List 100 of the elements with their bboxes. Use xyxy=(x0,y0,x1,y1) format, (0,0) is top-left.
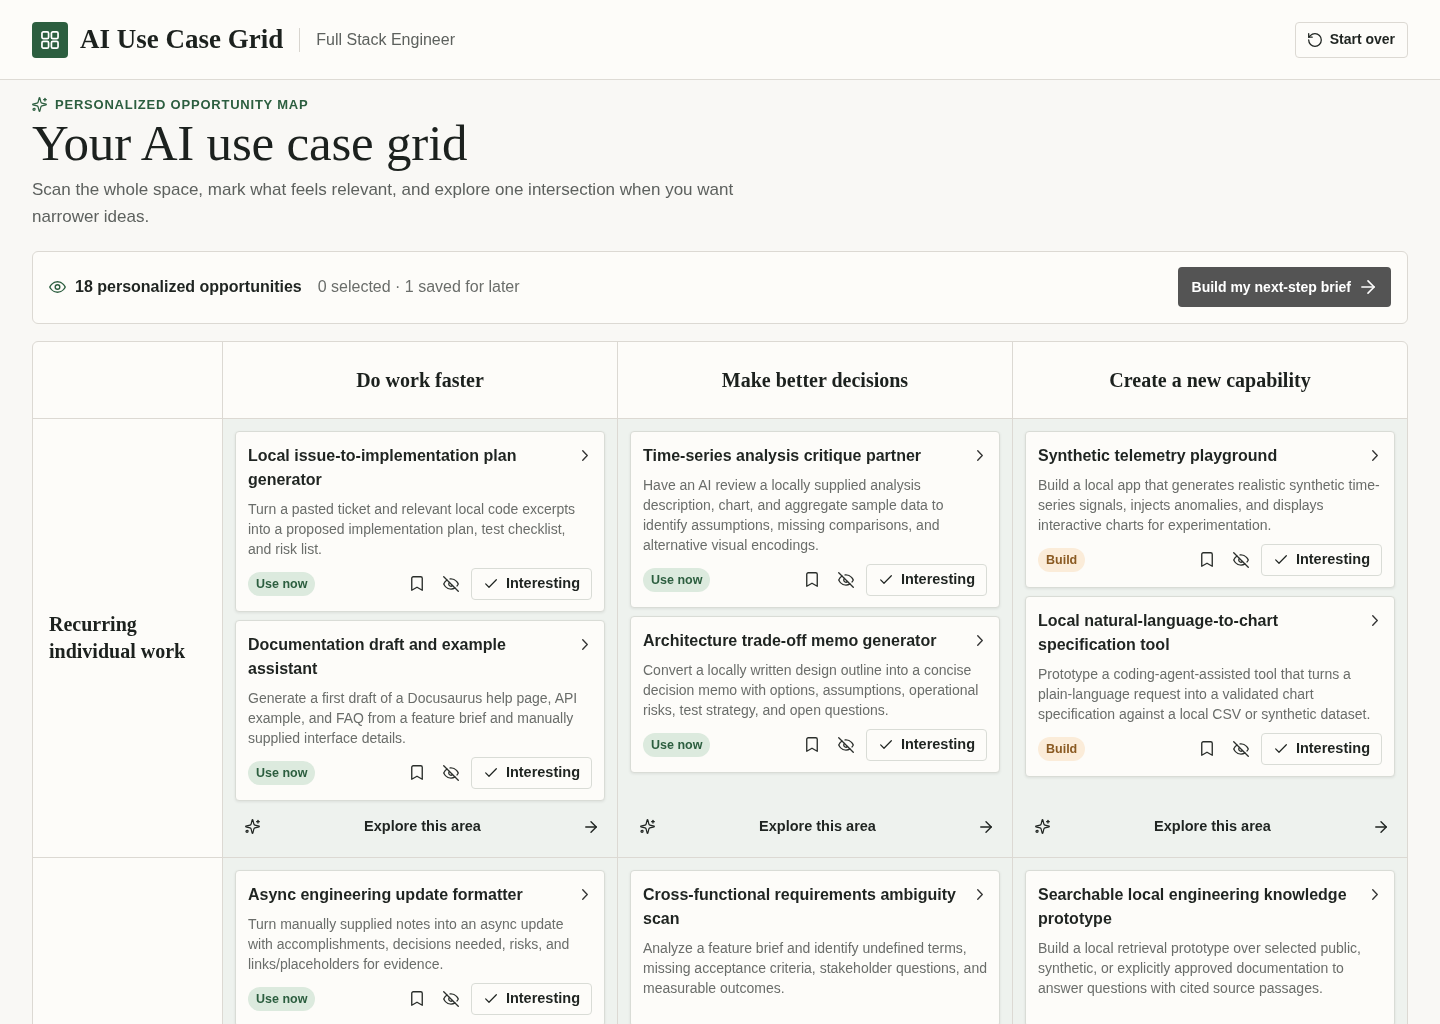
card-description: Analyze a feature brief and identify undefined terms, missing acceptance criteria, stakeholder questions, and measurable outcomes. xyxy=(643,938,987,998)
card-description: Turn manually supplied notes into an async update with accomplishments, decisions needed, risks, and links/placeholders for evidence. xyxy=(248,914,571,974)
hide-button[interactable] xyxy=(440,988,461,1009)
readiness-tag: Use now xyxy=(248,986,316,1011)
app-title: AI Use Case Grid xyxy=(80,26,284,53)
bookmark-icon xyxy=(805,572,818,587)
check-icon xyxy=(1274,555,1287,564)
chevron-right-icon xyxy=(582,449,588,461)
bookmark-icon xyxy=(410,576,423,591)
chevron-right-icon xyxy=(1372,449,1378,461)
eye-off-icon xyxy=(837,736,854,753)
use-case-card[interactable]: Synthetic telemetry playground Build a local app that generates realistic synthetic time-series signals, injects anomalies, and displays interactive charts for experimentation. Build Interesting xyxy=(1025,430,1395,588)
use-case-card[interactable]: Local issue-to-implementation plan generator Turn a pasted ticket and relevant local code excerpts into a proposed implementation plan, test checklist, and risk list. Use now Interesting xyxy=(235,430,605,612)
card-description: Convert a locally written design outline into a concise decision memo with options, assumptions, operational risks, test strategy, and open questions. xyxy=(643,660,980,720)
readiness-tag: Use now xyxy=(248,571,316,596)
save-for-later-button[interactable] xyxy=(408,763,425,782)
use-case-card[interactable]: Cross-functional requirements ambiguity scan Analyze a feature brief and identify undefined terms, missing acceptance criteria, stakeholder questions, and measurable outcomes. xyxy=(630,869,1000,1024)
arrow-right-icon xyxy=(980,820,992,833)
check-icon xyxy=(879,740,892,749)
card-description: Prototype a coding-agent-assisted tool that turns a plain-language request into a validated chart specification against a local CSV or synthetic dataset. xyxy=(1038,664,1372,724)
row-header: Recurring individual work xyxy=(49,611,187,664)
hide-button[interactable] xyxy=(1230,738,1251,759)
card-description: Build a local app that generates realistic synthetic time-series signals, injects anomalies, and displays interactive charts for experimentation. xyxy=(1038,475,1381,535)
hide-button[interactable] xyxy=(440,573,461,594)
interesting-button[interactable]: Interesting xyxy=(470,756,592,789)
use-case-card[interactable] xyxy=(630,430,1000,608)
eye-off-icon xyxy=(837,571,854,588)
interesting-button[interactable]: Interesting xyxy=(470,982,592,1015)
save-for-later-button[interactable] xyxy=(408,989,425,1008)
interesting-button[interactable]: Interesting xyxy=(1260,732,1382,765)
eye-icon xyxy=(49,281,66,293)
chevron-right-icon xyxy=(1372,888,1378,900)
role-label: Full Stack Engineer xyxy=(316,29,455,50)
bookmark-icon xyxy=(1200,552,1213,567)
card-title: Async engineering update formatter xyxy=(248,884,523,905)
interesting-button[interactable]: Interesting xyxy=(865,728,987,761)
use-case-card[interactable]: Async engineering update formatter Turn manually supplied notes into an async update with accomplishments, decisions needed, risks, and links/placeholders for evidence. Use now Interesting xyxy=(235,869,605,1024)
readiness-tag: Build xyxy=(1038,547,1086,572)
bookmark-icon xyxy=(805,737,818,752)
card-title: Cross-functional requirements ambiguity scan xyxy=(643,884,957,929)
bookmark-icon xyxy=(410,991,423,1006)
save-for-later-button[interactable] xyxy=(408,574,425,593)
sparkle-icon xyxy=(640,819,655,834)
rotate-icon xyxy=(1307,32,1322,47)
save-for-later-button[interactable] xyxy=(1198,550,1215,569)
opportunity-count: 18 personalized opportunities xyxy=(75,277,302,297)
hide-button[interactable] xyxy=(835,569,856,590)
arrow-right-icon xyxy=(1375,820,1387,833)
interesting-button[interactable]: Interesting xyxy=(1260,543,1382,576)
chevron-right-icon xyxy=(1372,614,1378,626)
column-header: Do work faster xyxy=(356,367,484,393)
card-description: Turn a pasted ticket and relevant local code excerpts into a proposed implementation plan, test checklist, and risk list. xyxy=(248,499,577,559)
grid-logo-icon xyxy=(32,21,68,58)
chevron-right-icon xyxy=(977,634,983,646)
arrow-right-icon xyxy=(585,820,597,833)
card-description: Have an AI review a locally supplied analysis description, chart, and aggregate sample data to identify assumptions, missing comparisons, and alternative visual encodings. xyxy=(643,475,945,555)
card-description: Generate a first draft of a Docusaurus help page, API example, and FAQ from a feature brief and manually supplied interface details. xyxy=(248,688,579,748)
explore-button[interactable]: Explore this area xyxy=(630,808,1000,845)
save-for-later-button[interactable] xyxy=(1198,739,1215,758)
card-title: Local issue-to-implementation plan generator xyxy=(248,445,518,490)
check-icon xyxy=(484,579,497,588)
column-header: Make better decisions xyxy=(721,367,909,393)
column-header: Create a new capability xyxy=(1109,367,1311,394)
save-for-later-button[interactable] xyxy=(803,570,820,589)
eye-off-icon xyxy=(442,575,459,592)
save-for-later-button[interactable] xyxy=(803,735,820,754)
use-case-card[interactable] xyxy=(630,615,1000,773)
use-case-card[interactable]: Searchable local engineering knowledge prototype Build a local retrieval prototype over selected public, synthetic, or explicitly approved documentation to answer questions with cited source passages. xyxy=(1025,869,1395,1024)
interesting-button[interactable]: Interesting xyxy=(470,567,592,600)
check-icon xyxy=(1274,744,1287,753)
check-icon xyxy=(879,575,892,584)
sparkle-icon xyxy=(32,97,47,113)
chevron-right-icon xyxy=(582,638,588,650)
chevron-right-icon xyxy=(977,888,983,900)
start-over-button[interactable]: Start over xyxy=(1294,21,1408,58)
interesting-button[interactable]: Interesting xyxy=(865,563,987,596)
card-title: Searchable local engineering knowledge prototype xyxy=(1038,884,1348,929)
build-brief-button[interactable]: Build my next-step brief xyxy=(1177,267,1391,307)
use-case-card[interactable] xyxy=(1025,595,1395,777)
readiness-tag: Use now xyxy=(248,760,316,785)
eye-off-icon xyxy=(1232,740,1249,757)
page-description: Scan the whole space, mark what feels relevant, and explore one intersection when you want narrower ideas. xyxy=(32,178,735,228)
card-title: Local natural-language-to-chart specification tool xyxy=(1038,610,1280,655)
sparkle-icon xyxy=(1035,819,1050,834)
use-case-card[interactable]: Documentation draft and example assistant Generate a first draft of a Docusaurus help page, API example, and FAQ from a feature brief and manually supplied interface details. Use now Interesting xyxy=(235,619,605,801)
arrow-right-icon xyxy=(1361,280,1375,294)
card-title: Architecture trade-off memo generator xyxy=(643,630,937,651)
readiness-tag: Use now xyxy=(643,732,711,757)
readiness-tag: Use now xyxy=(643,567,711,592)
bookmark-icon xyxy=(410,765,423,780)
explore-button[interactable]: Explore this area xyxy=(1025,808,1395,845)
card-title: Documentation draft and example assistant xyxy=(248,634,507,679)
hide-button[interactable] xyxy=(440,762,461,783)
explore-button[interactable]: Explore this area xyxy=(235,808,605,845)
card-title: Synthetic telemetry playground xyxy=(1038,445,1278,466)
bookmark-icon xyxy=(1200,741,1213,756)
card-description: Build a local retrieval prototype over selected public, synthetic, or explicitly approved documentation to answer questions with cited source passages. xyxy=(1038,938,1362,998)
hide-button[interactable] xyxy=(835,734,856,755)
chevron-right-icon xyxy=(582,888,588,900)
hide-button[interactable] xyxy=(1230,549,1251,570)
